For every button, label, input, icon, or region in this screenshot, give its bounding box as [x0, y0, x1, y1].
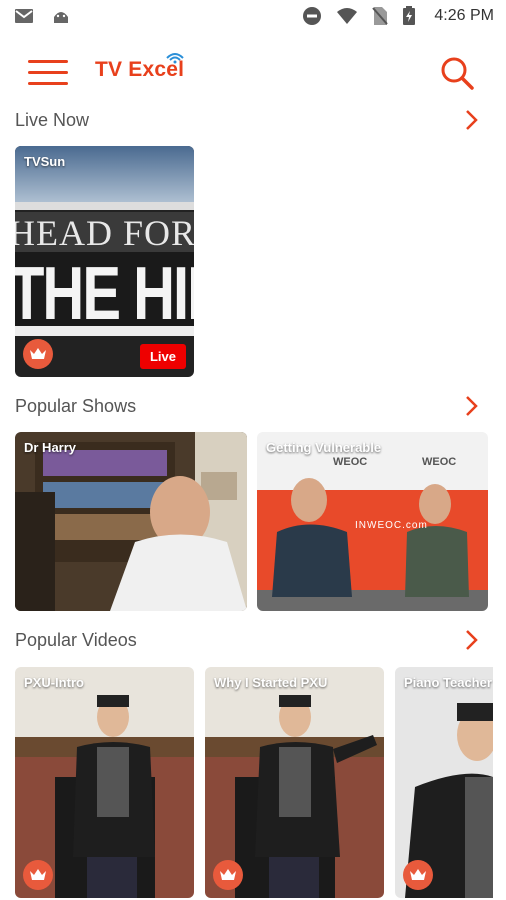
- channel-label: TVSun: [24, 154, 66, 169]
- video-card-why-i-started-pxu[interactable]: Why I Started PXU: [205, 667, 384, 898]
- video-card-pxu-intro[interactable]: PXU-Intro: [15, 667, 194, 898]
- battery-icon: [403, 6, 416, 25]
- chevron-right-icon[interactable]: [464, 108, 480, 132]
- weoc-logo-right: WEOC: [422, 456, 457, 468]
- poster-title-line-1: HEAD FOR: [15, 213, 194, 253]
- crown-icon: [213, 860, 243, 890]
- status-bar: 4:26 PM: [0, 0, 506, 34]
- section-title-live-now: Live Now: [15, 110, 90, 130]
- section-title-popular-shows: Popular Shows: [15, 396, 137, 416]
- popular-shows-header: Popular Shows: [0, 392, 506, 422]
- show-label: Getting Vulnerable: [266, 440, 382, 455]
- logo-text-part-a: TV E: [95, 58, 143, 81]
- android-icon: [54, 12, 68, 23]
- clock: 4:26 PM: [434, 7, 494, 24]
- weoc-logo-left: WEOC: [333, 456, 368, 468]
- do-not-disturb-icon: [303, 7, 322, 25]
- crown-icon: [403, 860, 433, 890]
- video-label: PXU-Intro: [24, 675, 84, 690]
- video-label: Why I Started PXU: [214, 675, 328, 690]
- show-card-getting-vulnerable[interactable]: Getting Vulnerable WEOC WEOC INWEOC.com: [257, 432, 488, 611]
- poster-title-line-2: THE HILLS: [15, 251, 194, 336]
- search-icon[interactable]: [438, 54, 476, 92]
- live-card-tvsun[interactable]: HEAD FOR THE HILLS TVSun Live: [15, 146, 194, 377]
- app-bar: TV Excel: [0, 48, 506, 104]
- crown-icon: [23, 860, 53, 890]
- popular-videos-header: Popular Videos: [0, 626, 506, 656]
- gmail-icon: [15, 9, 33, 23]
- logo-signal-icon: [166, 53, 184, 64]
- menu-icon[interactable]: [28, 60, 68, 92]
- show-thumbnail: [15, 432, 247, 611]
- wifi-icon: [337, 8, 358, 24]
- chevron-right-icon[interactable]: [464, 628, 480, 652]
- app-logo: TV Excel: [95, 53, 184, 82]
- crown-icon: [23, 339, 53, 369]
- show-card-dr-harry[interactable]: Dr Harry: [15, 432, 247, 611]
- live-now-header: Live Now: [0, 106, 506, 136]
- weoc-banner: INWEOC.com: [355, 520, 428, 531]
- no-sim-icon: [372, 7, 389, 25]
- video-label: Piano Teacher: [404, 675, 492, 690]
- video-card-piano-teacher[interactable]: Piano Teacher: [395, 667, 493, 898]
- show-label: Dr Harry: [24, 440, 77, 455]
- live-badge: Live: [139, 344, 186, 369]
- section-title-popular-videos: Popular Videos: [15, 630, 137, 650]
- chevron-right-icon[interactable]: [464, 394, 480, 418]
